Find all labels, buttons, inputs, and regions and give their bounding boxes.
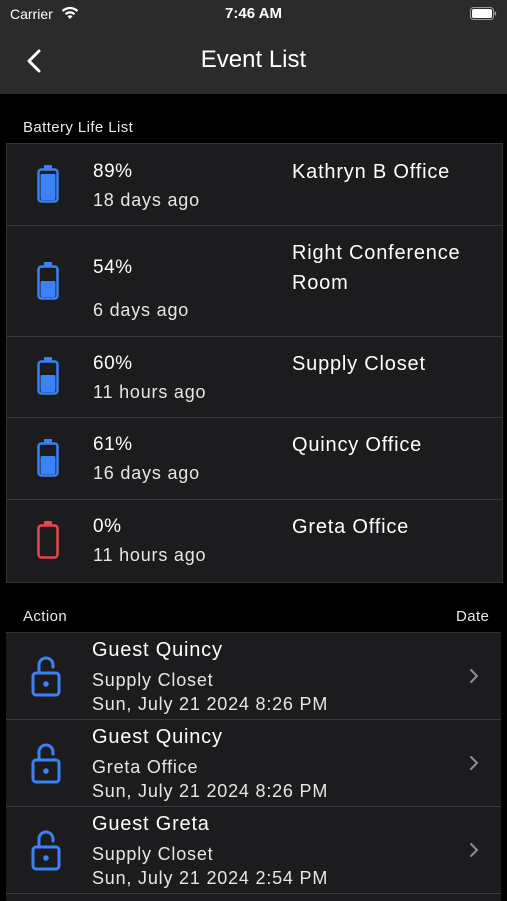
- event-name: Guest Greta: [92, 813, 210, 835]
- event-location: Supply Closet: [92, 844, 214, 864]
- event-list: Guest Quincy Supply Closet Sun, July 21 …: [6, 632, 501, 901]
- battery-icon: [37, 262, 59, 300]
- event-location: Greta Office: [92, 757, 199, 777]
- battery-percent: 61%: [93, 434, 133, 455]
- battery-last-seen: 6 days ago: [93, 300, 190, 320]
- battery-percent: 0%: [93, 516, 122, 537]
- action-column-header: Action: [23, 608, 68, 625]
- battery-last-seen: 11 hours ago: [93, 382, 207, 402]
- battery-location: Kathryn B Office: [292, 161, 451, 183]
- unlocked-padlock-icon: [31, 743, 61, 784]
- battery-location: Quincy Office: [292, 434, 423, 456]
- battery-list: 89% 18 days ago Kathryn B Office 54% 6 d…: [6, 143, 503, 583]
- battery-row: 61% 16 days ago Quincy Office: [7, 417, 502, 500]
- battery-last-seen: 16 days ago: [93, 463, 200, 483]
- battery-row: 89% 18 days ago Kathryn B Office: [7, 144, 502, 226]
- battery-percent: 54%: [93, 257, 133, 278]
- event-name: Guest Quincy: [92, 639, 223, 661]
- top-bar: Carrier 7:46 AM Event List: [0, 0, 507, 94]
- battery-icon: [37, 165, 59, 203]
- chevron-right-icon: [470, 669, 478, 683]
- battery-location: Supply Closet: [292, 353, 426, 375]
- battery-row: 54% 6 days ago Right Conference Room: [7, 225, 502, 337]
- battery-row: 0% 11 hours ago Greta Office: [7, 499, 502, 582]
- event-row[interactable]: Guest Quincy Greta Office Sun, July 21 2…: [6, 720, 501, 807]
- event-row[interactable]: Guest Quincy Supply Closet Sun, July 21 …: [6, 633, 501, 720]
- battery-status-icon: [470, 7, 497, 20]
- battery-row: 60% 11 hours ago Supply Closet: [7, 336, 502, 418]
- chevron-right-icon: [470, 756, 478, 770]
- battery-percent: 60%: [93, 353, 133, 374]
- unlocked-padlock-icon: [31, 830, 61, 871]
- status-bar: Carrier 7:46 AM: [0, 0, 507, 28]
- event-date: Sun, July 21 2024 8:26 PM: [92, 781, 329, 801]
- battery-percent: 89%: [93, 161, 133, 182]
- battery-icon: [37, 439, 59, 477]
- event-name: Guest Quincy: [92, 726, 223, 748]
- status-time: 7:46 AM: [225, 5, 282, 22]
- event-date: Sun, July 21 2024 2:54 PM: [92, 868, 329, 888]
- unlocked-padlock-icon: [31, 656, 61, 697]
- event-location: Supply Closet: [92, 670, 214, 690]
- battery-last-seen: 11 hours ago: [93, 545, 207, 565]
- battery-icon: [37, 357, 59, 395]
- battery-location: Greta Office: [292, 516, 410, 538]
- event-date: Sun, July 21 2024 8:26 PM: [92, 694, 329, 714]
- battery-section-header: Battery Life List: [23, 119, 134, 136]
- navigation-bar: Event List: [0, 28, 507, 94]
- chevron-right-icon: [470, 843, 478, 857]
- page-title: Event List: [200, 46, 307, 73]
- event-row[interactable]: Guest Greta Supply Closet Sun, July 21 2…: [6, 807, 501, 894]
- battery-location: Right Conference Room: [292, 242, 461, 294]
- battery-icon: [37, 521, 59, 559]
- date-column-header: Date: [456, 608, 490, 625]
- battery-last-seen: 18 days ago: [93, 190, 200, 210]
